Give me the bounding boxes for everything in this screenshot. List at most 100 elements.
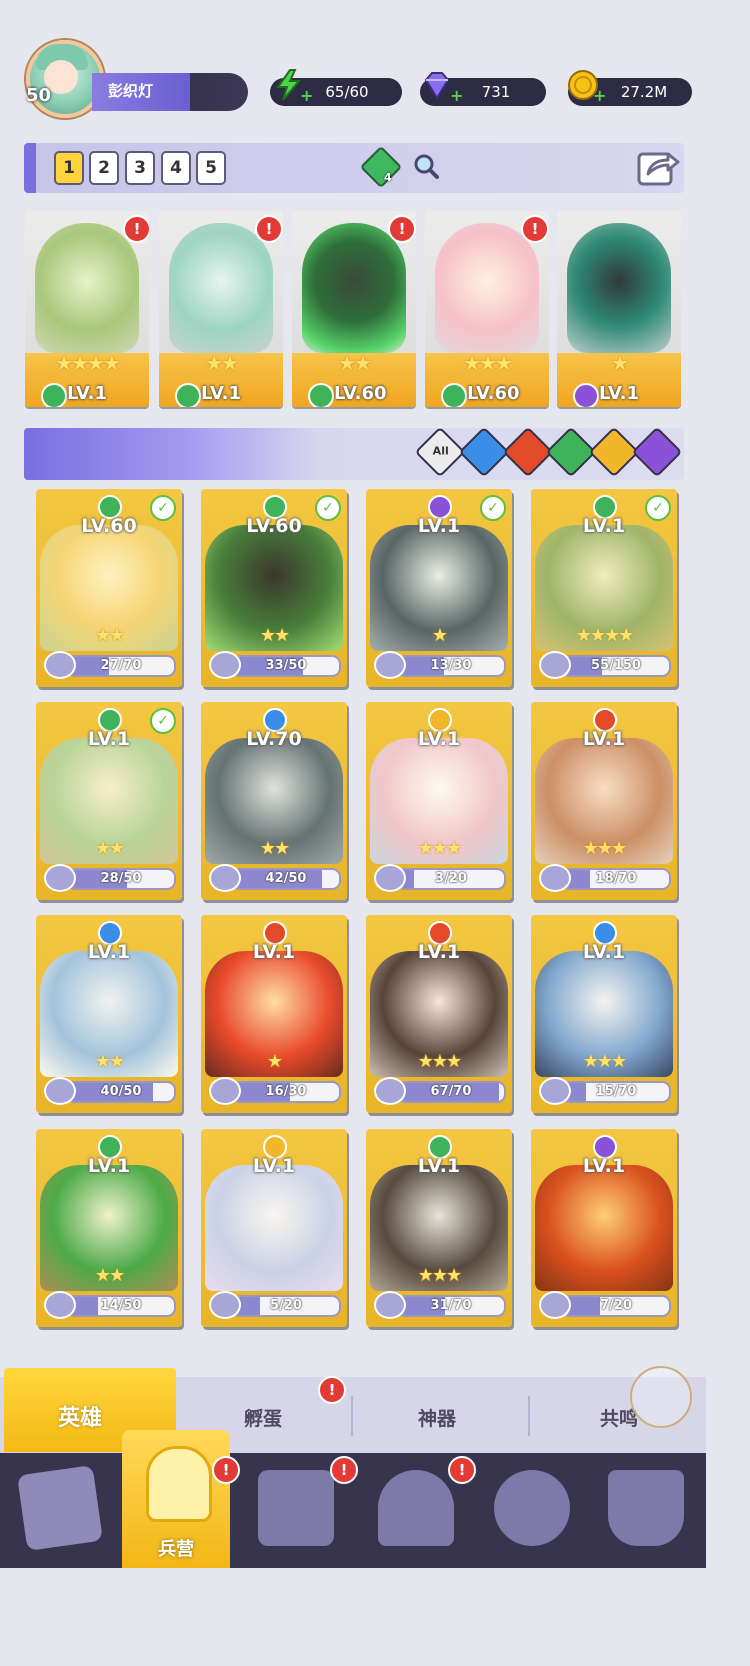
shard-progress-text: 7/20 — [600, 1298, 632, 1313]
alert-badge: ! — [388, 215, 416, 243]
hero-card[interactable]: LV.1 ★ 16/30 — [201, 915, 347, 1113]
ranking-nav-icon[interactable] — [608, 1470, 684, 1546]
shard-progress-bar: 18/70 — [561, 868, 671, 890]
shard-icon — [374, 1077, 406, 1105]
hero-card[interactable]: LV.1 ★★★ 31/70 — [366, 1129, 512, 1327]
shard-progress-text: 31/70 — [430, 1298, 472, 1313]
hero-stars: ★★★ — [417, 838, 462, 859]
shard-icon — [209, 1291, 241, 1319]
gold-plus-icon[interactable]: + — [593, 86, 606, 105]
hero-card[interactable]: LV.1 ★★ 14/50 — [36, 1129, 182, 1327]
barracks-nav-label: 兵营 — [158, 1539, 194, 1560]
shard-icon — [44, 1077, 76, 1105]
gems-value: 731 — [481, 83, 511, 101]
hero-card[interactable]: LV.70 ★★ 42/50 — [201, 702, 347, 900]
floating-circle-button[interactable] — [630, 1366, 692, 1428]
shard-icon — [44, 864, 76, 892]
alert-badge: ! — [255, 215, 283, 243]
hero-stars: ★★★ — [463, 351, 513, 375]
shard-icon — [209, 651, 241, 679]
hero-stars: ★ — [266, 1051, 283, 1072]
hero-level: LV.1 — [582, 515, 626, 537]
hero-stars: ★★ — [259, 625, 290, 646]
shard-progress-bar: 3/20 — [396, 868, 506, 890]
shard-progress-text: 40/50 — [100, 1084, 142, 1099]
alert-badge: ! — [123, 215, 149, 243]
shard-progress-bar: 13/30 — [396, 655, 506, 677]
barracks-icon — [146, 1446, 212, 1522]
hero-level: LV.1 — [599, 383, 639, 404]
shard-progress-text: 27/70 — [100, 658, 142, 673]
team-slot-1[interactable]: 1 — [54, 151, 84, 185]
team-hero-card[interactable]: ★★ LV.1 ! — [159, 211, 283, 407]
shard-icon — [539, 651, 571, 679]
shard-progress-bar: 15/70 — [561, 1081, 671, 1103]
team-slot-4[interactable]: 4 — [161, 151, 191, 185]
hero-card[interactable]: LV.1 ★★★ 3/20 — [366, 702, 512, 900]
alert-badge: ! — [521, 215, 549, 243]
shard-icon — [374, 1291, 406, 1319]
player-level: 50 — [26, 85, 52, 106]
team-slot-5[interactable]: 5 — [196, 151, 226, 185]
team-hero-card[interactable]: ★★★★ LV.1 ! — [25, 211, 149, 407]
hero-card[interactable]: LV.1 ★★ 40/50 — [36, 915, 182, 1113]
hero-level: LV.1 — [87, 728, 131, 750]
hero-card[interactable]: LV.1 ★★★ 15/70 — [531, 915, 677, 1113]
shard-icon — [539, 1077, 571, 1105]
hero-card[interactable]: LV.1 ★★★ 18/70 — [531, 702, 677, 900]
shard-progress-text: 42/50 — [265, 871, 307, 886]
hero-card[interactable]: LV.1 ★★★ 67/70 — [366, 915, 512, 1113]
hero-level: LV.1 — [252, 1155, 296, 1177]
shard-progress-bar: 27/70 — [66, 655, 176, 677]
hero-stars: ★★ — [94, 1051, 125, 1072]
hero-level: LV.1 — [87, 941, 131, 963]
team-hero-card[interactable]: ★★★ LV.60 ! — [425, 211, 549, 407]
hero-stars: ★★ — [94, 838, 125, 859]
search-icon[interactable] — [412, 152, 440, 180]
hero-stars: ★★ — [338, 351, 372, 375]
shard-icon — [374, 864, 406, 892]
energy-plus-icon[interactable]: + — [300, 86, 313, 105]
hero-card[interactable]: ✓ LV.60 ★★ 27/70 — [36, 489, 182, 687]
hero-stars: ★★★ — [582, 838, 627, 859]
cards-nav-icon[interactable] — [17, 1465, 103, 1551]
shard-progress-bar: 42/50 — [231, 868, 341, 890]
shard-progress-bar: 67/70 — [396, 1081, 506, 1103]
alert-badge: ! — [330, 1456, 358, 1484]
team-slot-2[interactable]: 2 — [89, 151, 119, 185]
hero-card[interactable]: ✓ LV.1 ★ 13/30 — [366, 489, 512, 687]
hero-card[interactable]: LV.1 7/20 — [531, 1129, 677, 1327]
nature-element-icon — [441, 383, 467, 407]
share-icon[interactable] — [636, 146, 680, 188]
shard-progress-text: 14/50 — [100, 1298, 142, 1313]
shard-progress-text: 16/30 — [265, 1084, 307, 1099]
shop-nav-icon[interactable] — [378, 1470, 454, 1546]
shard-progress-text: 3/20 — [435, 871, 467, 886]
hero-card[interactable]: ✓ LV.1 ★★ 28/50 — [36, 702, 182, 900]
hero-level: LV.60 — [81, 515, 137, 537]
hero-card[interactable]: ✓ LV.60 ★★ 33/50 — [201, 489, 347, 687]
tab-artifacts[interactable]: 神器 — [418, 1404, 456, 1431]
tab-hatch[interactable]: 孵蛋 — [244, 1404, 282, 1431]
hero-stars: ★ — [611, 351, 629, 375]
hero-portrait — [205, 1165, 343, 1291]
player-name: 彭织灯 — [108, 82, 154, 100]
guild-nav-icon[interactable] — [494, 1470, 570, 1546]
hero-card[interactable]: ✓ LV.1 ★★★★ 55/150 — [531, 489, 677, 687]
team-hero-card[interactable]: ★★ LV.60 ! — [292, 211, 416, 407]
hero-stars: ★★ — [94, 1265, 125, 1286]
hero-stars: ★★ — [259, 838, 290, 859]
shard-icon — [374, 651, 406, 679]
team-hero-card[interactable]: ★ LV.1 — [557, 211, 681, 407]
shard-progress-bar: 28/50 — [66, 868, 176, 890]
hero-stars: ★★★★ — [55, 351, 121, 375]
shard-progress-bar: 7/20 — [561, 1295, 671, 1317]
hero-card[interactable]: LV.1 5/20 — [201, 1129, 347, 1327]
map-nav-icon[interactable] — [258, 1470, 334, 1546]
gems-plus-icon[interactable]: + — [450, 86, 463, 105]
shard-icon — [44, 1291, 76, 1319]
hero-level: LV.1 — [582, 728, 626, 750]
hero-level: LV.1 — [252, 941, 296, 963]
team-slot-3[interactable]: 3 — [125, 151, 155, 185]
hero-level: LV.1 — [201, 383, 241, 404]
